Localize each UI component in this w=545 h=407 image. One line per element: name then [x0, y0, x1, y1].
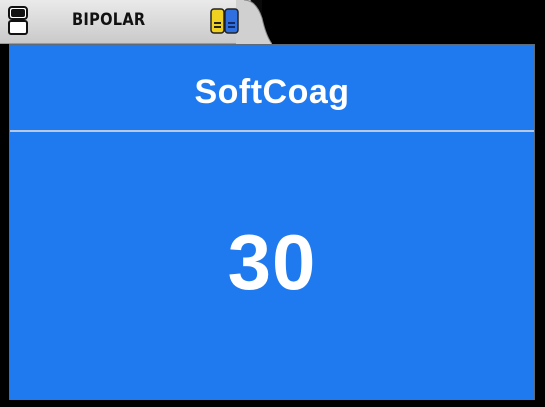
dual-electrode-plug-icon — [210, 8, 239, 34]
mode-label: BIPOLAR — [72, 10, 146, 30]
header-dark-area — [260, 0, 545, 44]
mode-tab[interactable]: BIPOLAR — [0, 0, 272, 48]
bottom-bar — [0, 400, 545, 407]
mode-panel[interactable]: SoftCoag 30 — [9, 44, 535, 407]
mode-tab-curve — [236, 0, 272, 48]
device-screen: BIPOLAR SoftCoag 30 — [0, 0, 545, 407]
instrument-slot-icon — [8, 6, 28, 35]
page-title: SoftCoag — [194, 73, 350, 111]
power-value[interactable]: 30 — [10, 223, 534, 301]
title-divider — [10, 130, 534, 132]
